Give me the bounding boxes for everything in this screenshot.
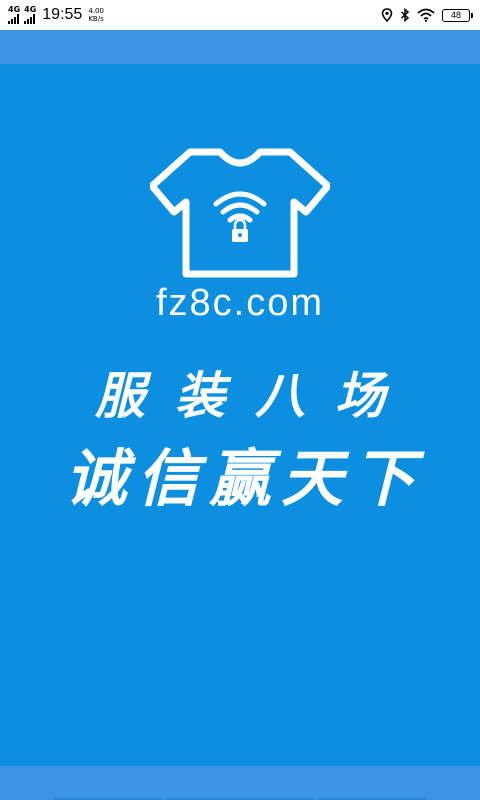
signal-icon xyxy=(24,14,36,24)
clock: 19:55 xyxy=(42,6,83,23)
top-app-bar xyxy=(0,30,480,64)
status-bar-right: 48 xyxy=(381,8,473,22)
wifi-icon xyxy=(417,8,435,22)
domain-text: fz8c.com xyxy=(155,282,325,324)
network-speed-unit: KB/s xyxy=(88,15,104,23)
network-label-1: 4G xyxy=(8,5,21,14)
network-speed: 4.00 KB/s xyxy=(88,7,104,23)
slogan-line-2: 诚信赢天下 xyxy=(64,442,425,515)
tshirt-wifi-lock-icon xyxy=(150,148,330,278)
location-icon xyxy=(381,8,393,22)
signal-icon xyxy=(8,14,19,24)
status-bar: 4G 4G 19:55 4.00 KB/s 48 xyxy=(0,0,480,30)
bluetooth-icon xyxy=(400,8,410,22)
status-bar-left: 4G 4G 19:55 4.00 KB/s xyxy=(8,6,104,24)
network-indicator-1: 4G xyxy=(8,6,20,24)
network-indicator-2: 4G xyxy=(24,6,36,24)
slogan-line-1: 服装八场 xyxy=(95,366,415,425)
network-label-2: 4G xyxy=(24,5,37,14)
battery-level: 48 xyxy=(450,9,461,20)
bottom-bar xyxy=(0,766,480,800)
battery-icon: 48 xyxy=(442,8,473,22)
network-speed-value: 4.00 xyxy=(88,7,104,15)
